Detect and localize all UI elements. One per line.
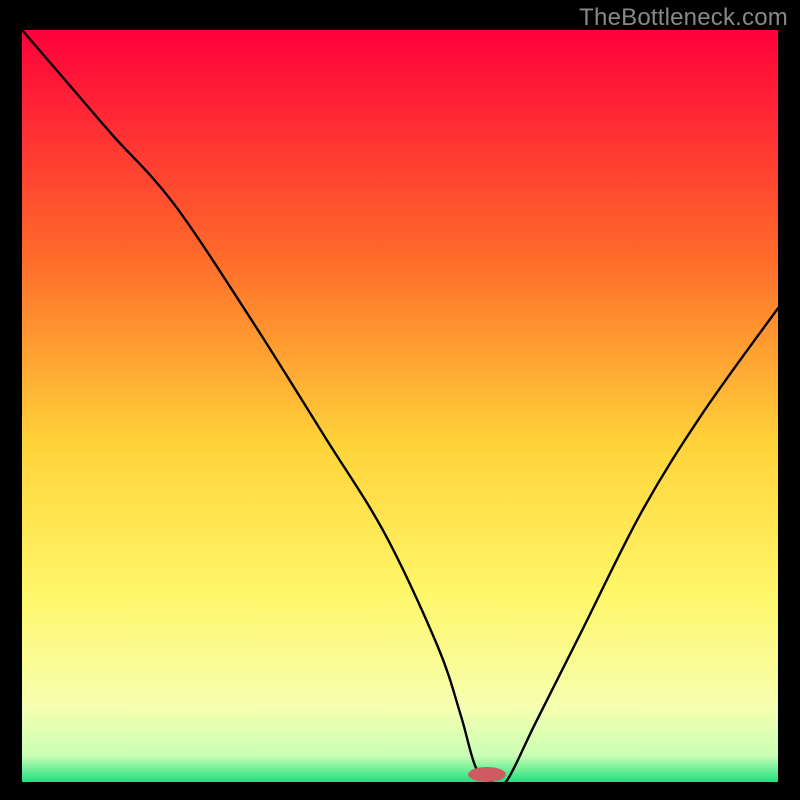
optimal-marker — [468, 767, 506, 782]
chart-frame: TheBottleneck.com — [0, 0, 800, 800]
gradient-background — [22, 30, 778, 782]
bottleneck-chart — [22, 30, 778, 782]
watermark-text: TheBottleneck.com — [579, 4, 788, 32]
plot-area — [22, 30, 778, 782]
